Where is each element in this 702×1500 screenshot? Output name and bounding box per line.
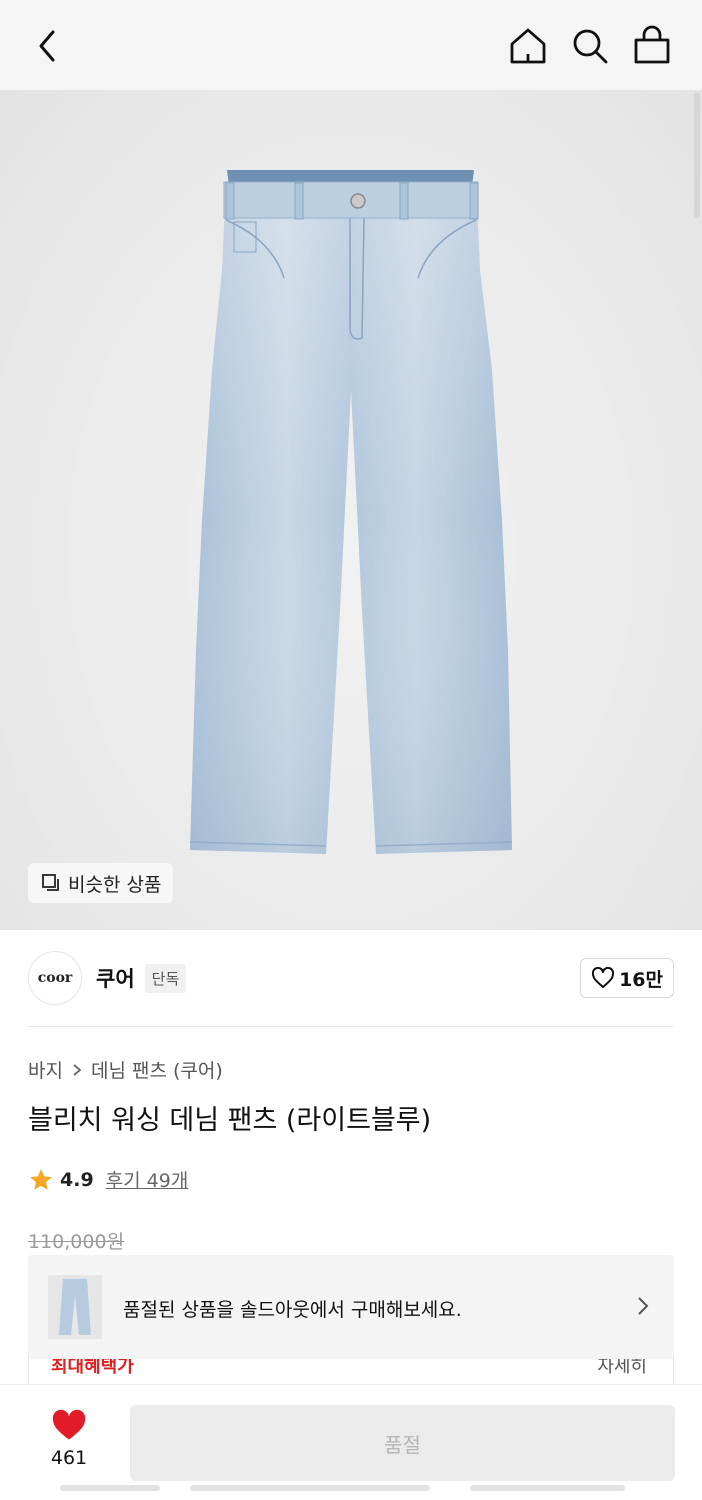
jeans-thumbnail-image <box>59 1279 91 1335</box>
breadcrumb-item-pants[interactable]: 바지 <box>28 1056 63 1083</box>
brand-row: coor 쿠어 단독 16만 <box>28 950 674 1006</box>
rating-row: 4.9 후기 49개 <box>28 1166 188 1193</box>
original-price: 110,000원 <box>28 1231 125 1253</box>
back-button[interactable] <box>30 26 66 66</box>
home-button[interactable] <box>508 24 548 68</box>
similar-products-label: 비슷한 상품 <box>68 873 162 896</box>
review-count-link[interactable]: 후기 49개 <box>106 1166 189 1193</box>
breadcrumb: 바지 데님 팬츠 (쿠어) <box>28 1056 223 1083</box>
home-icon <box>510 28 546 64</box>
heart-filled-icon <box>52 1409 86 1440</box>
chevron-left-icon <box>39 30 55 62</box>
page-scrollbar[interactable] <box>694 92 700 218</box>
exclusive-badge: 단독 <box>144 963 187 993</box>
product-image[interactable]: 비슷한 상품 <box>0 90 702 930</box>
heart-outline-icon <box>592 967 615 988</box>
home-indicator <box>190 1485 430 1491</box>
top-app-bar <box>0 0 702 90</box>
brand-logo[interactable]: coor <box>28 951 82 1005</box>
shopping-bag-icon <box>634 25 670 64</box>
bottom-action-bar: 461 품절 <box>0 1384 702 1500</box>
star-icon <box>30 1168 52 1190</box>
rating-score: 4.9 <box>60 1168 94 1191</box>
product-title: 블리치 워싱 데님 팬츠 (라이트블루) <box>28 1105 432 1136</box>
breadcrumb-item-denim-pants[interactable]: 데님 팬츠 (쿠어) <box>91 1056 223 1083</box>
brand-name[interactable]: 쿠어 <box>96 963 135 993</box>
search-button[interactable] <box>570 24 610 68</box>
search-icon <box>573 29 608 64</box>
brand-like-button[interactable]: 16만 <box>580 958 674 998</box>
product-like-count: 461 <box>50 1447 88 1469</box>
jeans-product-image <box>189 170 513 854</box>
product-like-button[interactable]: 461 <box>40 1409 98 1469</box>
copy-squares-icon <box>42 874 59 891</box>
soldout-purchase-button[interactable]: 품절 <box>130 1405 675 1481</box>
brand-like-count: 16만 <box>619 968 663 991</box>
home-indicator <box>470 1485 625 1491</box>
cart-button[interactable] <box>632 24 672 68</box>
soldout-banner-message: 품절된 상품을 솔드아웃에서 구매해보세요. <box>123 1299 462 1321</box>
home-indicator <box>60 1485 160 1491</box>
chevron-right-icon <box>638 1297 649 1315</box>
soldout-banner[interactable]: 품절된 상품을 솔드아웃에서 구매해보세요. <box>28 1255 674 1359</box>
similar-products-button[interactable]: 비슷한 상품 <box>28 863 174 903</box>
divider <box>28 1026 674 1027</box>
banner-product-thumbnail <box>48 1275 102 1339</box>
chevron-right-icon <box>73 1063 82 1076</box>
